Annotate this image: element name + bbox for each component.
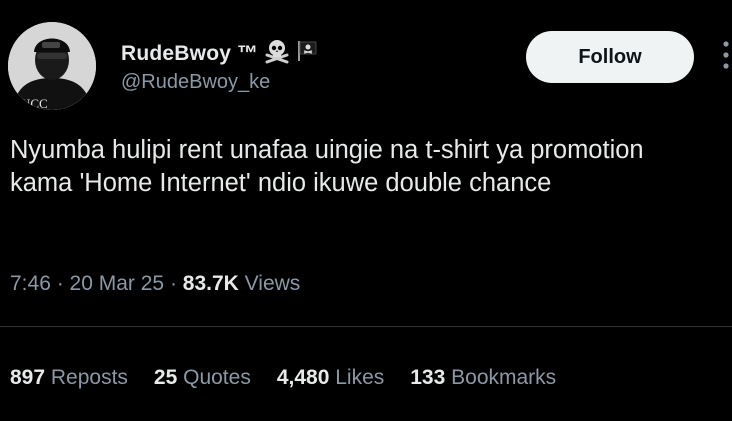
pirate-flag-icon (296, 39, 318, 68)
author-name-row: RudeBwoy ™ (121, 38, 318, 69)
skull-crossbones-icon (264, 38, 290, 69)
avatar[interactable]: UCC (8, 22, 96, 110)
author-handle[interactable]: @RudeBwoy_ke (121, 71, 270, 94)
divider (0, 326, 732, 327)
tweet-date[interactable]: 20 Mar 25 (70, 272, 165, 295)
meta-separator: · (164, 272, 183, 295)
avatar-photo: UCC (8, 22, 96, 110)
likes-count: 4,480 (276, 366, 330, 389)
quotes-label: Quotes (177, 366, 251, 389)
author-display-name[interactable]: RudeBwoy ™ (121, 42, 258, 66)
meta-separator: · (50, 272, 70, 295)
avatar-shirt-text: UCC (21, 96, 48, 110)
tweet-text: Nyumba hulipi rent unafaa uingie na t-sh… (10, 136, 644, 197)
follow-button[interactable]: Follow (526, 31, 694, 83)
likes-stat[interactable]: 4,480 Likes (277, 366, 384, 390)
engagement-stats: 897 Reposts 25 Quotes 4,480 Likes 133 Bo… (10, 366, 582, 390)
views-label: Views (238, 272, 301, 295)
tweet-time[interactable]: 7:46 (10, 272, 51, 295)
bookmarks-label: Bookmarks (445, 366, 557, 389)
tweet-meta: 7:46 · 20 Mar 25 · 83.7K Views (10, 272, 300, 296)
bookmarks-stat[interactable]: 133 Bookmarks (410, 366, 556, 390)
reposts-label: Reposts (45, 366, 128, 389)
likes-label: Likes (329, 366, 385, 389)
reposts-count: 897 (10, 366, 46, 389)
quotes-stat[interactable]: 25 Quotes (154, 366, 251, 390)
reposts-stat[interactable]: 897 Reposts (10, 366, 128, 390)
views-count: 83.7K (182, 272, 239, 295)
bookmarks-count: 133 (410, 366, 446, 389)
more-options-icon[interactable] (722, 38, 730, 72)
quotes-count: 25 (153, 366, 178, 389)
